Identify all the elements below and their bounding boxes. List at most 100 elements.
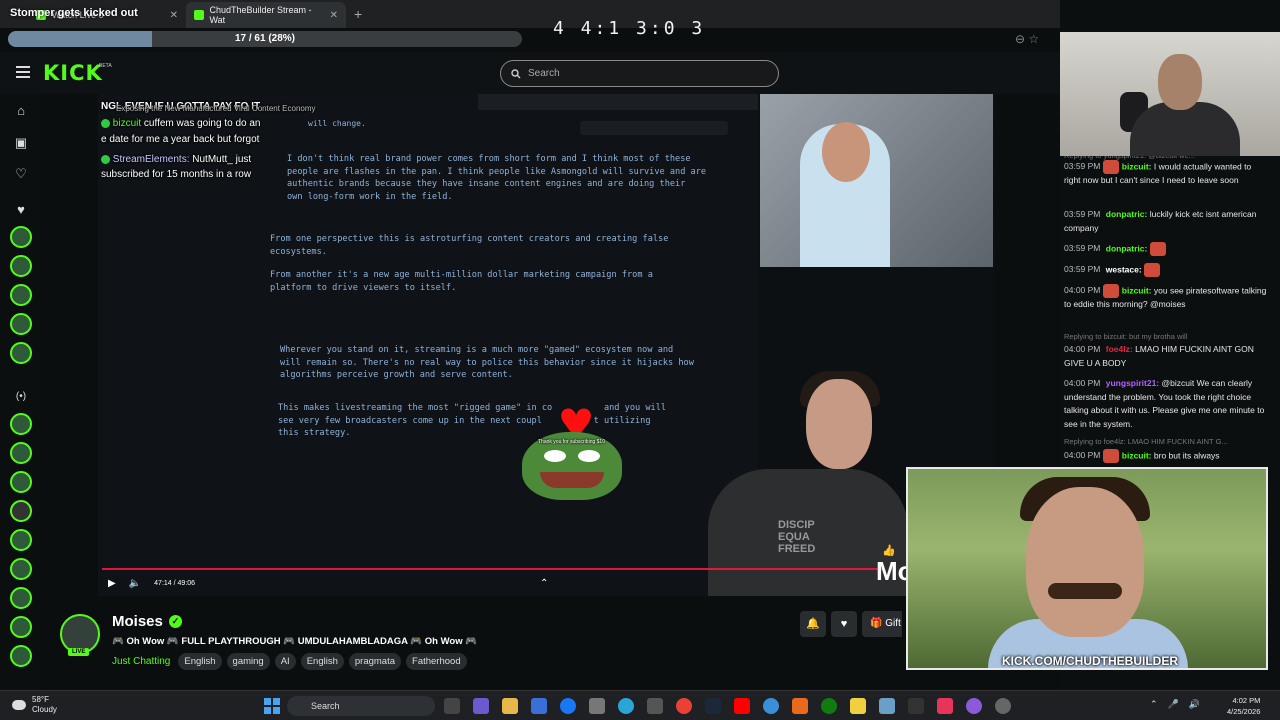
seek-bar[interactable] xyxy=(102,568,882,570)
chat-username[interactable]: bizcuit: xyxy=(1122,450,1152,460)
vlc-icon[interactable] xyxy=(792,698,808,714)
note-text: I don't think real brand power comes fro… xyxy=(287,154,707,202)
taskbar-search[interactable]: Search xyxy=(287,696,435,716)
chat-username[interactable]: bizcuit: xyxy=(1122,161,1152,171)
category-link[interactable]: Just Chatting xyxy=(112,656,170,667)
tag[interactable]: gaming xyxy=(226,653,270,670)
chat-time: 03:59 PM xyxy=(1064,209,1101,219)
app-icon[interactable] xyxy=(879,698,895,714)
player-controls: ▶ 🔈 47:14 / 49:06 xyxy=(108,578,195,589)
xbox-icon[interactable] xyxy=(821,698,837,714)
screen-share: NGL EVEN IF U GOTTA PAY FO IT Exposing t… xyxy=(98,94,758,596)
new-tab-button[interactable]: + xyxy=(354,6,362,22)
channel-avatar[interactable] xyxy=(10,313,32,335)
facebook-icon[interactable] xyxy=(560,698,576,714)
reply-context: Replying to bizcuit: but my brotha will xyxy=(1064,332,1188,341)
tag[interactable]: English xyxy=(300,653,344,670)
bookmark-star-icon[interactable]: ⊖ ☆ xyxy=(1015,32,1039,46)
overlay-chat-line: StreamElements: NutMutt_ just xyxy=(101,154,251,165)
gift-label: Gift xyxy=(885,618,901,629)
chat-message: 03:59 PM westace: xyxy=(1064,263,1270,277)
steam-icon[interactable] xyxy=(705,698,721,714)
gift-button[interactable]: 🎁 Gift xyxy=(862,611,902,637)
channel-avatar[interactable] xyxy=(10,471,32,493)
volume-icon[interactable]: 🔈 xyxy=(129,578,141,589)
follow-heart-icon[interactable]: ♥ xyxy=(831,611,857,637)
taskbar-date: 4/25/2026 xyxy=(1227,707,1261,716)
task-view-icon[interactable] xyxy=(444,698,460,714)
chat-username: bizcuit xyxy=(112,118,142,129)
chat-time: 04:00 PM xyxy=(1064,285,1101,296)
kick-logo[interactable]: KICK xyxy=(43,61,103,85)
chrome-icon[interactable] xyxy=(676,698,692,714)
following-icon[interactable]: ♡ xyxy=(12,165,30,183)
notes-icon[interactable] xyxy=(850,698,866,714)
app-icon[interactable] xyxy=(763,698,779,714)
channel-avatar[interactable] xyxy=(10,558,32,580)
chat-username[interactable]: westace: xyxy=(1106,264,1142,274)
heart-icon[interactable]: ♥ xyxy=(12,201,30,219)
system-tray[interactable]: ⌃🎤🔊 xyxy=(1150,699,1210,710)
verified-icon: ✓ xyxy=(168,615,182,628)
calculator-icon[interactable] xyxy=(647,698,663,714)
tiktok-icon[interactable] xyxy=(937,698,953,714)
live-badge: LIVE xyxy=(68,648,90,656)
chat-message: 03:59 PM donpatric: xyxy=(1064,242,1270,256)
badge-icon xyxy=(101,118,110,128)
emote-icon xyxy=(1144,263,1161,277)
tag[interactable]: English xyxy=(178,653,222,670)
video-player[interactable]: NGL EVEN IF U GOTTA PAY FO IT Exposing t… xyxy=(98,94,995,596)
tag[interactable]: pragmata xyxy=(348,653,402,670)
kick-favicon-icon xyxy=(194,10,204,20)
edge-icon[interactable] xyxy=(618,698,634,714)
channel-avatar[interactable] xyxy=(10,500,32,522)
taskbar-clock[interactable]: 4:02 PM 4/25/2026 xyxy=(1227,695,1260,717)
channel-avatar[interactable] xyxy=(10,342,32,364)
tag[interactable]: Fatherhood xyxy=(406,653,467,670)
badge-icon xyxy=(1103,160,1120,174)
chat-username[interactable]: bizcuit: xyxy=(1122,285,1152,295)
chat-username[interactable]: donpatric: xyxy=(1106,243,1148,253)
windows-start-icon[interactable] xyxy=(264,698,280,714)
channel-avatar[interactable] xyxy=(10,587,32,609)
obs-icon[interactable] xyxy=(908,698,924,714)
channel-avatar[interactable] xyxy=(10,284,32,306)
channel-avatar[interactable] xyxy=(10,255,32,277)
close-icon[interactable]: ✕ xyxy=(170,10,178,21)
channel-avatar[interactable] xyxy=(10,442,32,464)
app-tabs-strip xyxy=(478,94,758,110)
window-title: Exposing the New Manufactured Viral Cont… xyxy=(116,104,316,113)
play-icon[interactable]: ▶ xyxy=(108,578,116,589)
close-icon[interactable]: ✕ xyxy=(330,10,338,21)
channel-avatar[interactable] xyxy=(10,616,32,638)
channel-avatar[interactable] xyxy=(10,645,32,667)
search-input[interactable]: Search xyxy=(500,60,779,87)
live-icon[interactable]: (•) xyxy=(12,388,30,406)
weather-widget[interactable]: 58°F Cloudy xyxy=(12,695,57,715)
browse-icon[interactable]: ▣ xyxy=(12,134,30,152)
menu-icon[interactable] xyxy=(16,66,30,78)
channel-avatar[interactable] xyxy=(10,413,32,435)
chevron-up-icon[interactable]: ⌃ xyxy=(540,578,548,589)
cloud-icon xyxy=(12,700,26,710)
settings-gear-icon[interactable] xyxy=(995,698,1011,714)
store-icon[interactable] xyxy=(531,698,547,714)
channel-actions: 🔔 ♥ 🎁 Gift xyxy=(800,611,902,637)
app-icon[interactable] xyxy=(966,698,982,714)
file-explorer-icon[interactable] xyxy=(502,698,518,714)
chat-username[interactable]: yungspirit21: xyxy=(1106,378,1159,388)
amazon-icon[interactable] xyxy=(589,698,605,714)
channel-avatar[interactable] xyxy=(10,529,32,551)
chat-username[interactable]: donpatric: xyxy=(1106,209,1148,219)
progress-text: 17 / 61 (28%) xyxy=(234,33,296,44)
youtube-icon[interactable] xyxy=(734,698,750,714)
copilot-icon[interactable] xyxy=(473,698,489,714)
chat-username[interactable]: foe4lz: xyxy=(1106,344,1133,354)
bell-icon[interactable]: 🔔 xyxy=(800,611,826,637)
channel-name[interactable]: Moises ✓ xyxy=(112,613,182,630)
chat-message: 04:00 PM bizcuit: bro but its always xyxy=(1064,449,1270,463)
channel-avatar[interactable] xyxy=(10,226,32,248)
tab-chudthebuilder[interactable]: ChudTheBuilder Stream - Wat ✕ xyxy=(186,2,346,28)
tag[interactable]: AI xyxy=(274,653,296,670)
home-icon[interactable]: ⌂ xyxy=(12,102,30,120)
